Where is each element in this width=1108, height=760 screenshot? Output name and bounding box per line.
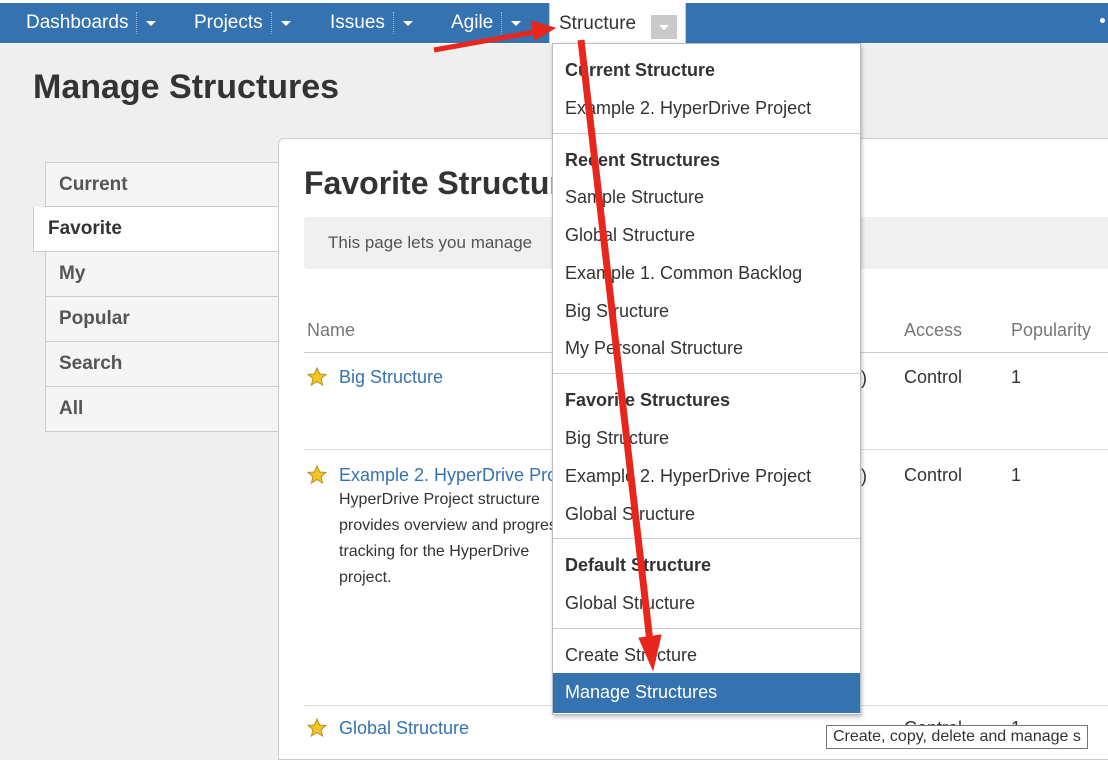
sidebar-item-my[interactable]: My bbox=[45, 252, 278, 297]
nav-separator bbox=[501, 12, 503, 34]
menu-item[interactable]: Big Structure bbox=[565, 428, 669, 449]
structure-link-global-structure[interactable]: Global Structure bbox=[339, 718, 469, 739]
menu-item[interactable]: My Personal Structure bbox=[565, 338, 743, 359]
menu-item[interactable]: Global Structure bbox=[565, 593, 695, 614]
description-line: provides overview and progress bbox=[339, 517, 565, 534]
nav-separator bbox=[270, 12, 273, 34]
dropdown-caret-icon[interactable] bbox=[402, 20, 413, 26]
menu-divider bbox=[553, 133, 860, 134]
structure-link-example-2[interactable]: Example 2. HyperDrive Project bbox=[339, 465, 585, 486]
nav-structure[interactable]: Structure bbox=[549, 3, 686, 44]
structure-dropdown-toggle[interactable] bbox=[651, 15, 677, 39]
row-access: Control bbox=[904, 367, 963, 387]
nav-projects[interactable]: Projects bbox=[194, 3, 291, 43]
nav-issues-label: Issues bbox=[330, 12, 385, 33]
row-popularity: 1 bbox=[1011, 367, 1022, 387]
page-title: Manage Structures bbox=[33, 68, 340, 106]
sidebar-item-search[interactable]: Search bbox=[45, 342, 278, 387]
menu-divider bbox=[553, 628, 860, 629]
row-popularity: 1 bbox=[1011, 465, 1022, 485]
nav-structure-label: Structure bbox=[559, 12, 637, 34]
menu-divider bbox=[553, 538, 860, 539]
column-header-access[interactable]: Access bbox=[904, 320, 962, 341]
sidebar-item-favorite[interactable]: Favorite bbox=[33, 207, 278, 252]
sidebar-item-current[interactable]: Current bbox=[45, 162, 278, 207]
description-line: HyperDrive Project structure bbox=[339, 491, 540, 508]
menu-item-create-structure[interactable]: Create Structure bbox=[565, 645, 697, 666]
nav-separator bbox=[136, 12, 138, 34]
menu-heading-recent: Recent Structures bbox=[565, 150, 721, 170]
nav-projects-label: Projects bbox=[194, 12, 263, 33]
menu-item-manage-structures-label: Manage Structures bbox=[565, 682, 718, 702]
nav-agile[interactable]: Agile bbox=[451, 3, 522, 43]
menu-item[interactable]: Global Structure bbox=[565, 504, 695, 525]
menu-item[interactable]: Example 2. HyperDrive Project bbox=[565, 98, 811, 119]
menu-item[interactable]: Big Structure bbox=[565, 301, 669, 322]
nav-dashboards-label: Dashboards bbox=[26, 12, 129, 33]
nav-agile-label: Agile bbox=[451, 12, 494, 33]
structure-link-big-structure[interactable]: Big Structure bbox=[339, 367, 443, 388]
dropdown-caret-icon[interactable] bbox=[280, 20, 291, 26]
menu-item[interactable]: Global Structure bbox=[565, 225, 695, 246]
structure-description: HyperDrive Project structure provides ov… bbox=[339, 487, 565, 591]
tooltip: Create, copy, delete and manage s bbox=[826, 725, 1088, 749]
sidebar: Current Favorite My Popular Search All bbox=[33, 162, 278, 432]
sidebar-item-all[interactable]: All bbox=[45, 387, 278, 432]
description-line: project. bbox=[339, 569, 392, 586]
row-cell-truncated: ) bbox=[861, 368, 867, 388]
menu-item[interactable]: Sample Structure bbox=[565, 187, 704, 208]
menu-heading-favorite: Favorite Structures bbox=[565, 390, 731, 410]
description-line: tracking for the HyperDrive bbox=[339, 543, 530, 560]
dropdown-caret-icon[interactable] bbox=[146, 20, 157, 26]
nav-separator bbox=[392, 12, 395, 34]
row-cell-truncated: ) bbox=[861, 466, 867, 486]
sidebar-item-popular[interactable]: Popular bbox=[45, 297, 278, 342]
top-navigation: Dashboards Projects Issues Agile Structu… bbox=[0, 0, 1108, 44]
column-header-popularity[interactable]: Popularity bbox=[1011, 320, 1091, 341]
nav-overflow-icon[interactable] bbox=[1100, 18, 1105, 23]
star-icon[interactable] bbox=[307, 367, 327, 387]
nav-issues[interactable]: Issues bbox=[330, 3, 413, 43]
star-icon[interactable] bbox=[307, 465, 327, 485]
menu-item[interactable]: Example 2. HyperDrive Project bbox=[565, 466, 811, 487]
menu-item-manage-structures[interactable]: Manage Structures bbox=[553, 673, 860, 713]
structure-dropdown-menu: Current Structure Example 2. HyperDrive … bbox=[552, 43, 861, 715]
menu-item[interactable]: Example 1. Common Backlog bbox=[565, 263, 802, 284]
row-access: Control bbox=[904, 465, 963, 485]
menu-heading-default: Default Structure bbox=[565, 555, 712, 575]
menu-divider bbox=[553, 373, 860, 374]
info-text: This page lets you manage bbox=[328, 233, 533, 252]
star-icon[interactable] bbox=[307, 718, 327, 738]
column-header-name[interactable]: Name bbox=[307, 320, 355, 341]
dropdown-caret-icon bbox=[659, 24, 669, 30]
dropdown-caret-icon[interactable] bbox=[511, 20, 522, 26]
nav-dashboards[interactable]: Dashboards bbox=[26, 3, 157, 43]
menu-heading-current: Current Structure bbox=[565, 60, 716, 80]
